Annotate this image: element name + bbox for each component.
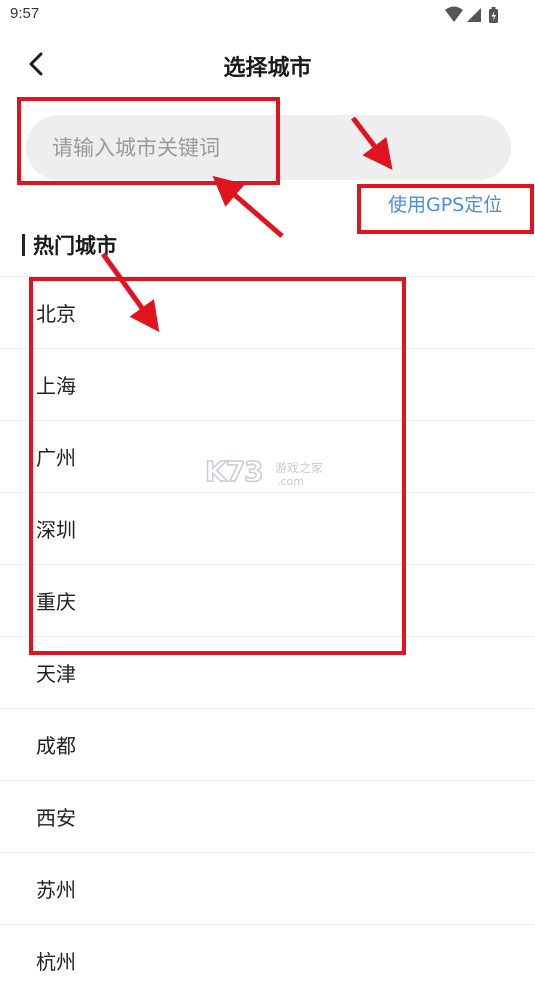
search-box[interactable] (26, 115, 511, 180)
city-item-chongqing[interactable]: 重庆 (0, 564, 535, 636)
search-input[interactable] (50, 134, 494, 161)
city-item-shenzhen[interactable]: 深圳 (0, 492, 535, 564)
signal-icon (467, 8, 481, 22)
page-title: 选择城市 (223, 56, 312, 81)
battery-icon (489, 7, 498, 23)
city-list: 北京 上海 广州 深圳 重庆 天津 成都 西安 苏州 杭州 (0, 276, 535, 996)
gps-location-link[interactable]: 使用GPS定位 (388, 190, 502, 217)
annotation-arrow-search (212, 175, 284, 238)
city-item-hangzhou[interactable]: 杭州 (0, 924, 535, 996)
status-icons (445, 6, 503, 24)
wifi-icon (445, 6, 463, 22)
status-time: 9:57 (10, 5, 40, 22)
city-item-suzhou[interactable]: 苏州 (0, 852, 535, 924)
header: 选择城市 (0, 40, 535, 88)
city-item-shanghai[interactable]: 上海 (0, 348, 535, 420)
section-accent-bar (22, 234, 25, 256)
status-bar: 9:57 (0, 0, 535, 30)
hot-cities-header: 热门城市 (22, 230, 117, 260)
city-item-chengdu[interactable]: 成都 (0, 708, 535, 780)
section-title: 热门城市 (33, 234, 117, 258)
city-item-beijing[interactable]: 北京 (0, 276, 535, 348)
city-item-xian[interactable]: 西安 (0, 780, 535, 852)
city-item-guangzhou[interactable]: 广州 (0, 420, 535, 492)
city-item-tianjin[interactable]: 天津 (0, 636, 535, 708)
